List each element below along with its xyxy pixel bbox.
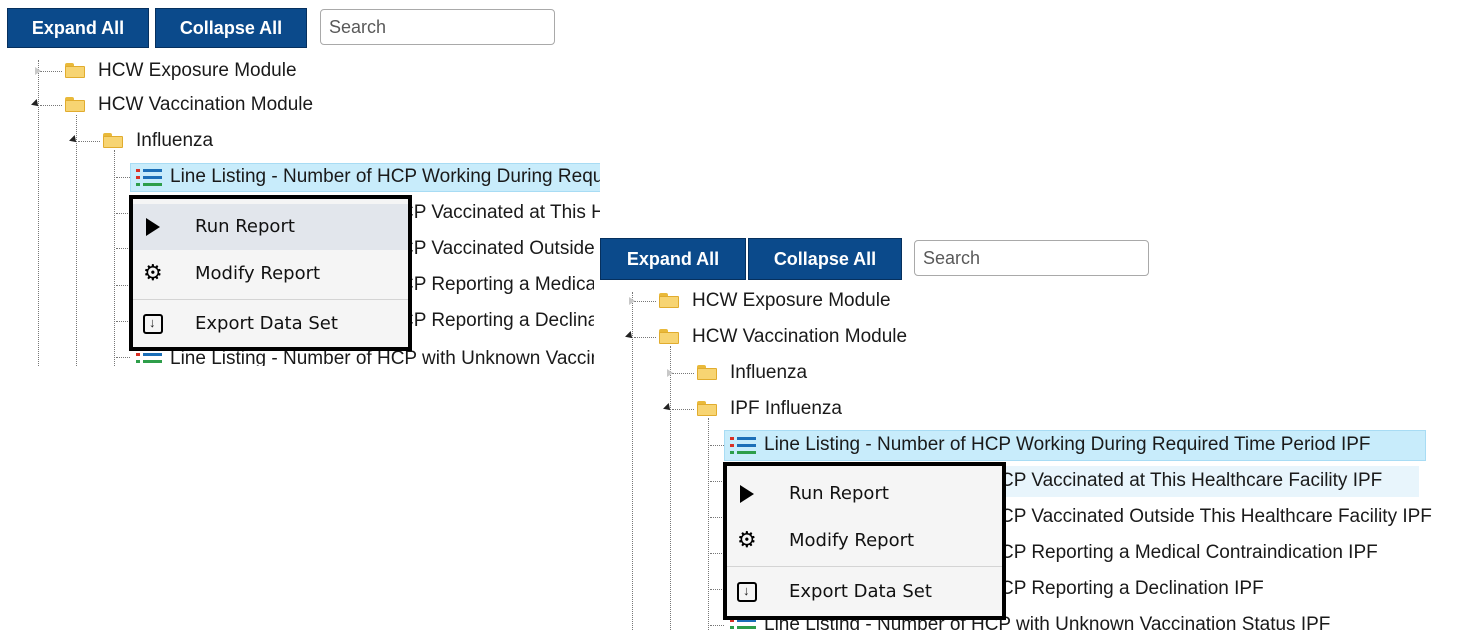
export-data-set-menu-item[interactable]: ↓ Export Data Set bbox=[133, 301, 408, 347]
line-listing-icon bbox=[136, 352, 162, 366]
tree-connector bbox=[116, 357, 130, 358]
tree-node-influenza[interactable]: Influenza bbox=[730, 361, 807, 385]
modify-report-menu-item[interactable]: ⚙ Modify Report bbox=[133, 251, 408, 297]
tree-connector bbox=[710, 553, 724, 554]
folder-icon bbox=[697, 401, 717, 416]
collapse-all-button[interactable]: Collapse All bbox=[155, 8, 307, 48]
folder-icon bbox=[697, 365, 717, 380]
report-tree-panel-1: Expand All Collapse All HCW Exposure Mod… bbox=[0, 0, 600, 366]
report-tree-panel-2: Expand All Collapse All HCW Exposure Mod… bbox=[594, 232, 1472, 630]
export-icon: ↓ bbox=[143, 314, 163, 334]
report-item[interactable]: Line Listing - Number of HCP Working Dur… bbox=[764, 433, 1371, 457]
tree-connector bbox=[708, 418, 709, 630]
folder-icon bbox=[65, 97, 85, 112]
report-item[interactable]: CP Reporting a Medical Contraindication … bbox=[1000, 541, 1378, 565]
folder-icon bbox=[659, 329, 679, 344]
expand-toggle[interactable] bbox=[629, 297, 635, 305]
gear-icon: ⚙ bbox=[143, 261, 163, 286]
menu-separator bbox=[727, 566, 1002, 567]
tree-connector bbox=[116, 285, 130, 286]
run-report-menu-item[interactable]: Run Report bbox=[727, 471, 1002, 517]
line-listing-icon bbox=[730, 436, 756, 454]
expand-all-button[interactable]: Expand All bbox=[7, 8, 149, 48]
collapse-toggle[interactable] bbox=[625, 331, 635, 341]
play-icon bbox=[737, 484, 757, 504]
modify-report-label: Modify Report bbox=[195, 263, 321, 284]
tree-connector bbox=[634, 337, 656, 338]
tree-connector bbox=[78, 141, 100, 142]
export-data-set-label: Export Data Set bbox=[789, 581, 932, 602]
folder-icon bbox=[65, 63, 85, 78]
tree-node-ipf-influenza[interactable]: IPF Influenza bbox=[730, 397, 842, 421]
report-item[interactable]: CP Vaccinated at This Healthcare Facilit… bbox=[1000, 469, 1382, 493]
tree-connector bbox=[672, 409, 694, 410]
report-item[interactable]: CP Reporting a Declination bbox=[400, 309, 600, 333]
expand-toggle[interactable] bbox=[35, 67, 41, 75]
gear-icon: ⚙ bbox=[737, 528, 757, 553]
tree-node-hcw-exposure-module[interactable]: HCW Exposure Module bbox=[692, 289, 891, 313]
tree-connector bbox=[710, 625, 724, 626]
tree-connector bbox=[116, 213, 130, 214]
tree-connector bbox=[710, 445, 724, 446]
tree-connector bbox=[634, 301, 656, 302]
tree-node-hcw-exposure-module[interactable]: HCW Exposure Module bbox=[98, 59, 297, 83]
play-icon bbox=[143, 217, 163, 237]
context-menu: Run Report ⚙ Modify Report ↓ Export Data… bbox=[723, 462, 1006, 620]
tree-connector bbox=[40, 71, 62, 72]
tree-connector bbox=[670, 346, 671, 630]
run-report-label: Run Report bbox=[195, 216, 295, 237]
modify-report-menu-item[interactable]: ⚙ Modify Report bbox=[727, 518, 1002, 564]
tree-connector bbox=[116, 177, 130, 178]
tree-connector bbox=[710, 517, 724, 518]
folder-icon bbox=[659, 293, 679, 308]
tree-connector bbox=[116, 321, 130, 322]
report-item[interactable]: CP Vaccinated Outside This Healthcare Fa… bbox=[1000, 505, 1432, 529]
export-icon: ↓ bbox=[737, 582, 757, 602]
menu-separator bbox=[133, 299, 408, 300]
tree-connector bbox=[114, 150, 115, 366]
modify-report-label: Modify Report bbox=[789, 530, 915, 551]
tree-connector bbox=[76, 115, 77, 366]
report-item[interactable]: CP Vaccinated at This Healthcare Facilit… bbox=[400, 201, 600, 225]
run-report-label: Run Report bbox=[789, 483, 889, 504]
search-input[interactable] bbox=[320, 9, 555, 45]
collapse-toggle[interactable] bbox=[69, 135, 79, 145]
collapse-toggle[interactable] bbox=[31, 99, 41, 109]
tree-connector bbox=[710, 481, 724, 482]
collapse-all-button[interactable]: Collapse All bbox=[748, 238, 902, 280]
report-item[interactable]: CP Vaccinated Outside This Healthcare Fa… bbox=[400, 237, 600, 261]
context-menu: Run Report ⚙ Modify Report ↓ Export Data… bbox=[129, 195, 412, 351]
tree-node-hcw-vaccination-module[interactable]: HCW Vaccination Module bbox=[98, 93, 313, 117]
tree-connector bbox=[672, 373, 694, 374]
report-item[interactable]: CP Reporting a Declination IPF bbox=[1000, 577, 1264, 601]
export-data-set-menu-item[interactable]: ↓ Export Data Set bbox=[727, 569, 1002, 615]
collapse-toggle[interactable] bbox=[663, 403, 673, 413]
tree-node-influenza[interactable]: Influenza bbox=[136, 129, 213, 153]
tree-connector bbox=[632, 292, 633, 630]
tree-connector bbox=[710, 589, 724, 590]
line-listing-icon bbox=[136, 168, 162, 186]
expand-all-button[interactable]: Expand All bbox=[600, 238, 746, 280]
tree-connector bbox=[116, 248, 130, 249]
report-item[interactable]: CP Reporting a Medical Contraindication bbox=[400, 273, 600, 297]
tree-node-hcw-vaccination-module[interactable]: HCW Vaccination Module bbox=[692, 325, 907, 349]
report-item[interactable]: Line Listing - Number of HCP Working Dur… bbox=[170, 165, 600, 189]
tree-connector bbox=[40, 105, 62, 106]
expand-toggle[interactable] bbox=[667, 369, 673, 377]
search-input[interactable] bbox=[914, 240, 1149, 276]
export-data-set-label: Export Data Set bbox=[195, 313, 338, 334]
run-report-menu-item[interactable]: Run Report bbox=[133, 204, 408, 250]
folder-icon bbox=[103, 133, 123, 148]
